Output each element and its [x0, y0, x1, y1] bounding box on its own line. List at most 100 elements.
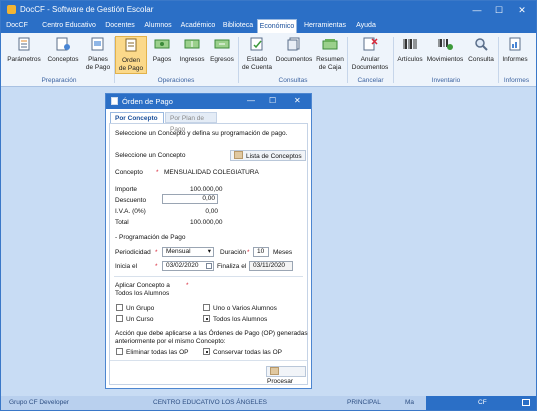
tab-por-plan-de-pago[interactable]: Por Plan de Pago [165, 112, 217, 133]
maximize-button[interactable]: ☐ [490, 3, 508, 17]
concept-label: Concepto [115, 169, 143, 176]
minimize-button[interactable]: — [468, 3, 486, 17]
required-marker: * [247, 249, 250, 256]
group-label-consultas: Consultas [278, 77, 308, 84]
app-window: DocCF - Software de Gestión Escolar — ☐ … [0, 0, 537, 411]
required-marker: * [156, 169, 159, 176]
parameters-icon [18, 37, 30, 51]
radio-uno-varios-label: Uno o Varios Alumnos [213, 305, 277, 312]
menu-centro-educativo[interactable]: Centro Educativo [39, 19, 99, 33]
periodicidad-select[interactable]: Mensual ▾ [162, 247, 214, 257]
procesar-button[interactable]: Procesar [266, 366, 306, 385]
menu-bar: DocCF Centro Educativo Docentes Alumnos … [1, 19, 536, 33]
menu-academico[interactable]: Académico [179, 19, 217, 33]
iva-label: I.V.A. (0%) [115, 208, 146, 215]
group-label-operaciones: Operaciones [157, 77, 195, 84]
lista-de-conceptos-button[interactable]: Lista de Conceptos [230, 150, 306, 161]
programming-section-title: - Programación de Pago [115, 234, 186, 241]
instructions-text: Seleccione un Concepto y defina su progr… [115, 130, 288, 137]
status-principal: PRINCIPAL [347, 399, 381, 406]
search-icon [475, 38, 488, 51]
tab-content-por-concepto: Seleccione un Concepto y defina su progr… [109, 123, 308, 385]
status-cf: CF [478, 399, 487, 406]
parametros-button[interactable]: Parámetros [5, 36, 43, 74]
planes-de-pago-button[interactable]: Planes de Pago [83, 36, 113, 74]
menu-herramientas[interactable]: Herramientas [301, 19, 349, 33]
informes-button[interactable]: Informes [500, 36, 530, 74]
inicia-date-input[interactable]: 03/02/2020 [162, 261, 214, 271]
movimientos-button[interactable]: Movimientos [426, 36, 464, 74]
finaliza-label: Finaliza el [217, 263, 247, 270]
estado-de-cuenta-button[interactable]: Estado de Cuenta [240, 36, 274, 74]
menu-doccf[interactable]: DocCF [3, 19, 31, 33]
conservar-radio[interactable] [203, 348, 210, 355]
tab-por-concepto[interactable]: Por Concepto [110, 112, 164, 123]
ingresos-button[interactable]: Ingresos [177, 36, 207, 74]
dialog-title: Órden de Pago [122, 97, 173, 106]
radio-un-grupo[interactable] [116, 304, 123, 311]
radio-un-grupo-label: Un Grupo [126, 305, 155, 312]
eliminar-label: Eliminar todas las OP [126, 349, 189, 356]
documentos-button[interactable]: Documentos [275, 36, 313, 74]
footer-divider [110, 360, 307, 361]
consulta-button[interactable]: Consulta [465, 36, 497, 74]
anular-documentos-button[interactable]: Anular Documentos [349, 36, 391, 74]
duracion-unit: Meses [273, 249, 293, 256]
app-logo-icon [7, 5, 16, 14]
status-bar: Grupo CF Developer CENTRO EDUCATIVO LOS … [1, 396, 536, 410]
payments-icon [154, 39, 170, 49]
list-icon [234, 151, 243, 159]
window-title: DocCF - Software de Gestión Escolar [20, 5, 154, 14]
menu-ayuda[interactable]: Ayuda [353, 19, 379, 33]
descuento-label: Descuento [115, 197, 147, 204]
concept-value: MENSUALIDAD COLEGIATURA [164, 169, 259, 176]
periodicidad-label: Periodicidad [115, 249, 151, 256]
conceptos-button[interactable]: Conceptos [45, 36, 81, 74]
orden-de-pago-dialog: Órden de Pago — ☐ ✕ Por Concepto Por Pla… [105, 93, 312, 389]
radio-uno-varios[interactable] [203, 304, 210, 311]
concepts-icon [56, 37, 70, 51]
apply-title-1: Aplicar Concepto a [115, 282, 170, 289]
section-divider [114, 276, 303, 277]
calendar-icon[interactable] [206, 263, 212, 269]
payment-plans-icon [91, 37, 104, 51]
group-label-inventario: Inventario [431, 77, 461, 84]
inicia-label: Inicia el [115, 263, 138, 270]
radio-un-curso[interactable] [116, 315, 123, 322]
radio-un-curso-label: Un Curso [126, 316, 154, 323]
required-marker: * [155, 263, 158, 270]
dialog-icon [111, 97, 118, 105]
articulos-button[interactable]: Artículos [395, 36, 425, 74]
dialog-maximize-button[interactable]: ☐ [269, 96, 276, 105]
action-text-2: anteriormente por el mismo Concepto: [115, 338, 226, 345]
expenses-icon [214, 39, 230, 49]
action-text-1: Acción que debe aplicarse a las Órdenes … [115, 330, 308, 337]
apply-title-2: Todos los Alumnos [115, 290, 170, 297]
pagos-button[interactable]: Pagos [149, 36, 175, 74]
importe-label: Importe [115, 186, 138, 193]
orden-de-pago-button[interactable]: Orden de Pago [115, 36, 147, 74]
descuento-input[interactable]: 0,00 [162, 194, 218, 204]
select-concept-label: Seleccione un Concepto [115, 152, 186, 159]
close-button[interactable]: ✕ [513, 3, 531, 17]
articles-icon [403, 39, 417, 49]
calendar-icon[interactable] [522, 399, 530, 406]
duracion-input[interactable]: 10 [253, 247, 269, 257]
radio-todos[interactable] [203, 315, 210, 322]
dialog-close-button[interactable]: ✕ [294, 96, 301, 105]
menu-docentes[interactable]: Docentes [103, 19, 137, 33]
dialog-minimize-button[interactable]: — [247, 96, 255, 105]
conservar-label: Conservar todas las OP [213, 349, 283, 356]
dialog-title-bar: Órden de Pago — ☐ ✕ [106, 94, 311, 109]
documents-icon [287, 37, 300, 51]
required-marker: * [186, 282, 189, 289]
iva-value: 0,00 [205, 208, 218, 215]
resumen-de-caja-button[interactable]: Resumen de Caja [314, 36, 346, 74]
status-company: Grupo CF Developer [9, 399, 69, 406]
egresos-button[interactable]: Egresos [208, 36, 236, 74]
ribbon-toolbar: Parámetros Conceptos Planes de Pago Orde… [1, 33, 536, 87]
menu-alumnos[interactable]: Alumnos [142, 19, 174, 33]
menu-economico[interactable]: Económico [257, 19, 297, 33]
menu-biblioteca[interactable]: Biblioteca [221, 19, 255, 33]
eliminar-checkbox[interactable] [116, 348, 123, 355]
